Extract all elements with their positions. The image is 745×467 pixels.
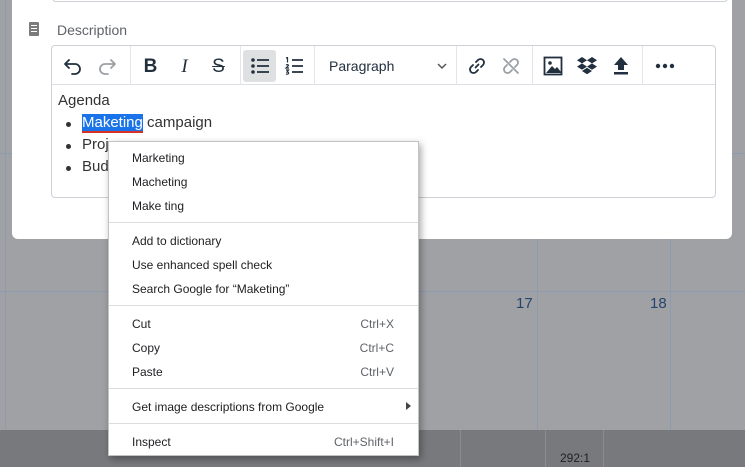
selected-misspelled-word[interactable]: Maketing xyxy=(82,114,143,133)
bullet-list-button[interactable] xyxy=(243,50,276,82)
chevron-down-icon xyxy=(437,63,447,70)
menu-item-label: Cut xyxy=(132,317,151,331)
previous-field[interactable] xyxy=(52,0,728,2)
footer-cell xyxy=(460,430,545,467)
menu-item-label: Search Google for “Maketing” xyxy=(132,282,290,296)
upload-icon xyxy=(613,57,628,75)
unlink-icon xyxy=(502,58,519,74)
menu-separator xyxy=(109,222,418,223)
description-label: Description xyxy=(57,22,128,38)
list-item: Maketing campaign xyxy=(65,114,213,133)
menu-separator xyxy=(109,305,418,306)
menu-item-copy[interactable]: Copy Ctrl+C xyxy=(109,336,418,360)
menu-separator xyxy=(109,388,418,389)
numbered-list-icon xyxy=(284,57,303,75)
bold-button[interactable]: B xyxy=(134,50,167,82)
list-item-text: Bud xyxy=(82,158,109,175)
link-icon xyxy=(468,58,485,74)
calendar-day-number[interactable]: 17 xyxy=(516,295,533,312)
menu-item-label: Macheting xyxy=(132,175,188,189)
block-format-value: Paragraph xyxy=(329,58,395,74)
menu-item-label: Get image descriptions from Google xyxy=(132,400,325,414)
menu-item-enhanced-spell-check[interactable]: Use enhanced spell check xyxy=(109,253,418,277)
insert-image-button[interactable] xyxy=(536,50,569,82)
menu-item-inspect[interactable]: Inspect Ctrl+Shift+I xyxy=(109,430,418,454)
context-menu: Marketing Macheting Make ting Add to dic… xyxy=(108,141,419,456)
footer-cell xyxy=(603,430,745,467)
toolbar-separator xyxy=(642,46,643,85)
footer-time: 292:1 xyxy=(560,451,591,465)
more-button[interactable] xyxy=(648,50,681,82)
italic-icon: I xyxy=(181,55,188,77)
toolbar-separator xyxy=(532,46,533,85)
list-item: Bud xyxy=(66,158,109,175)
more-icon xyxy=(655,63,674,69)
link-button[interactable] xyxy=(460,50,493,82)
undo-button[interactable] xyxy=(56,50,89,82)
menu-item-suggestion[interactable]: Macheting xyxy=(109,170,418,194)
menu-item-label: Paste xyxy=(132,365,163,379)
menu-item-label: Add to dictionary xyxy=(132,234,222,248)
submenu-arrow-icon xyxy=(406,402,411,410)
description-icon xyxy=(29,22,39,36)
editor-paragraph: Agenda xyxy=(58,92,110,109)
strikethrough-icon: S xyxy=(212,55,225,77)
editor-toolbar: B I S Paragraph xyxy=(52,46,715,85)
unlink-button[interactable] xyxy=(494,50,527,82)
dropbox-button[interactable] xyxy=(570,50,603,82)
dropbox-icon xyxy=(576,57,597,75)
calendar-day-number[interactable]: 18 xyxy=(650,295,667,312)
menu-item-shortcut: Ctrl+C xyxy=(359,341,394,355)
menu-item-cut[interactable]: Cut Ctrl+X xyxy=(109,312,418,336)
menu-item-add-to-dictionary[interactable]: Add to dictionary xyxy=(109,229,418,253)
menu-item-shortcut: Ctrl+V xyxy=(360,365,394,379)
numbered-list-button[interactable] xyxy=(277,50,310,82)
upload-button[interactable] xyxy=(604,50,637,82)
menu-item-shortcut: Ctrl+Shift+I xyxy=(333,435,394,449)
menu-item-shortcut: Ctrl+X xyxy=(360,317,394,331)
menu-item-label: Inspect xyxy=(132,435,171,449)
menu-item-label: Marketing xyxy=(132,151,185,165)
menu-item-suggestion[interactable]: Marketing xyxy=(109,146,418,170)
menu-item-label: Use enhanced spell check xyxy=(132,258,273,272)
menu-item-label: Make ting xyxy=(132,199,185,213)
undo-icon xyxy=(63,59,81,75)
list-item-text: Proj xyxy=(82,136,109,153)
toolbar-separator xyxy=(240,46,241,85)
italic-button[interactable]: I xyxy=(168,50,201,82)
block-format-select[interactable]: Paragraph xyxy=(316,50,454,82)
strikethrough-button[interactable]: S xyxy=(202,50,235,82)
menu-item-paste[interactable]: Paste Ctrl+V xyxy=(109,360,418,384)
menu-separator xyxy=(109,423,418,424)
toolbar-separator xyxy=(314,46,315,85)
calendar-col-divider xyxy=(5,0,6,430)
bullet-list-icon xyxy=(250,58,269,74)
bold-icon: B xyxy=(143,55,158,77)
image-icon xyxy=(543,56,562,76)
redo-button[interactable] xyxy=(90,50,123,82)
list-item: Proj xyxy=(66,136,109,153)
toolbar-separator xyxy=(456,46,457,85)
menu-item-suggestion[interactable]: Make ting xyxy=(109,194,418,218)
menu-item-image-descriptions[interactable]: Get image descriptions from Google xyxy=(109,395,418,419)
menu-item-label: Copy xyxy=(132,341,161,355)
list-item-text: campaign xyxy=(142,114,213,131)
toolbar-separator xyxy=(130,46,131,85)
menu-item-search-google[interactable]: Search Google for “Maketing” xyxy=(109,277,418,301)
redo-icon xyxy=(98,59,116,75)
